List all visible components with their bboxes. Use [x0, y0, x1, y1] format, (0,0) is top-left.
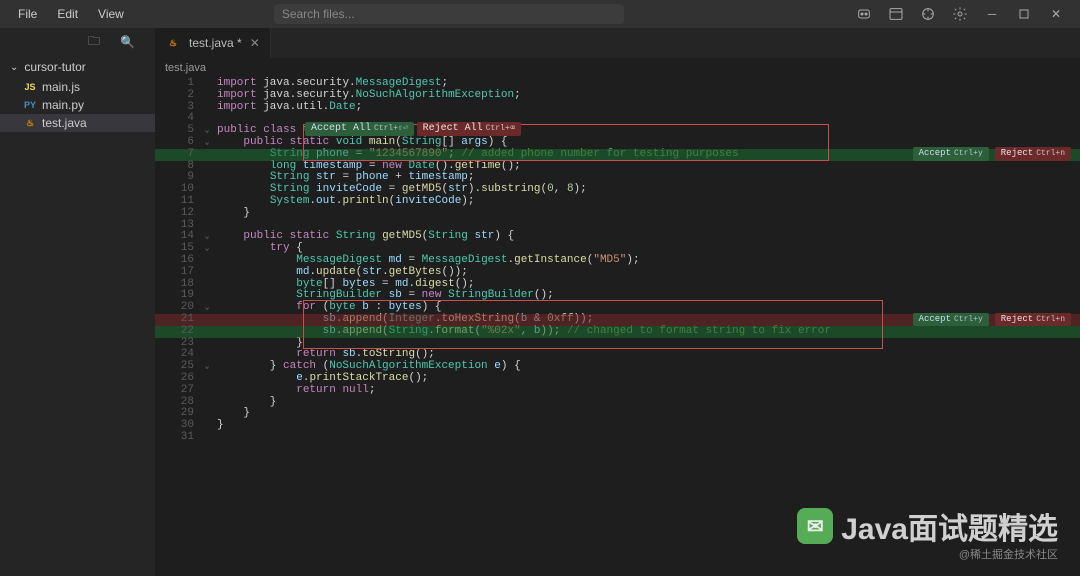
maximize-icon[interactable]	[1015, 5, 1033, 23]
watermark-sub: @稀土掘金技术社区	[959, 546, 1058, 562]
line-gutter: 1234567891011121314151617181920212223242…	[155, 78, 200, 444]
extension-icon[interactable]	[919, 5, 937, 23]
filetype-icon: JS	[22, 82, 38, 92]
file-main-js[interactable]: JS main.js	[0, 78, 155, 96]
fold-gutter[interactable]: ⌄⌄⌄⌄⌄⌄	[200, 78, 214, 444]
watermark: ✉ Java面试题精选	[797, 504, 1058, 548]
project-root[interactable]: ⌄ cursor-tutor	[0, 56, 155, 78]
titlebar: File Edit View Search files... ─ ✕	[0, 0, 1080, 28]
accept-button-2[interactable]: Accept Ctrl+y	[913, 313, 989, 327]
tab-label: test.java *	[189, 36, 242, 50]
panel-icon[interactable]	[887, 5, 905, 23]
accept-all-button[interactable]: Accept AllCtrl+⇧⏎	[305, 122, 414, 136]
breadcrumb[interactable]: test.java	[155, 58, 1080, 78]
project-name: cursor-tutor	[24, 60, 85, 74]
reject-button-1[interactable]: Reject Ctrl+n	[995, 147, 1071, 161]
copilot-icon[interactable]	[855, 5, 873, 23]
gear-icon[interactable]	[951, 5, 969, 23]
reject-button-2[interactable]: Reject Ctrl+n	[995, 313, 1071, 327]
menu-edit[interactable]: Edit	[47, 7, 88, 21]
filetype-icon: PY	[22, 100, 38, 110]
wechat-icon: ✉	[797, 508, 833, 544]
file-name: test.java	[42, 116, 87, 130]
close-icon[interactable]: ✕	[1047, 5, 1065, 23]
search-input[interactable]: Search files...	[274, 4, 624, 24]
file-name: main.js	[42, 80, 80, 94]
folder-icon[interactable]: 🗀	[88, 32, 100, 53]
menu-view[interactable]: View	[88, 7, 134, 21]
reject-all-button[interactable]: Reject AllCtrl+⌫	[417, 122, 521, 136]
menu-file[interactable]: File	[8, 7, 47, 21]
sidebar: 🗀 🔍 ⌄ cursor-tutor JS main.js PY main.py ♨ te…	[0, 28, 155, 576]
chevron-down-icon: ⌄	[10, 62, 18, 73]
filetype-icon: ♨	[22, 118, 38, 129]
accept-button-1[interactable]: Accept Ctrl+y	[913, 147, 989, 161]
java-icon: ♨	[165, 38, 181, 49]
file-test-java[interactable]: ♨ test.java	[0, 114, 155, 132]
editor: ♨ test.java * ✕ test.java 12345678910111…	[155, 28, 1080, 576]
file-main-py[interactable]: PY main.py	[0, 96, 155, 114]
search-icon[interactable]: 🔍	[120, 35, 135, 49]
tab-test-java[interactable]: ♨ test.java * ✕	[155, 28, 271, 58]
code-area[interactable]: 1234567891011121314151617181920212223242…	[155, 78, 1080, 444]
close-tab-icon[interactable]: ✕	[250, 36, 260, 50]
minimize-icon[interactable]: ─	[983, 5, 1001, 23]
file-name: main.py	[42, 98, 84, 112]
